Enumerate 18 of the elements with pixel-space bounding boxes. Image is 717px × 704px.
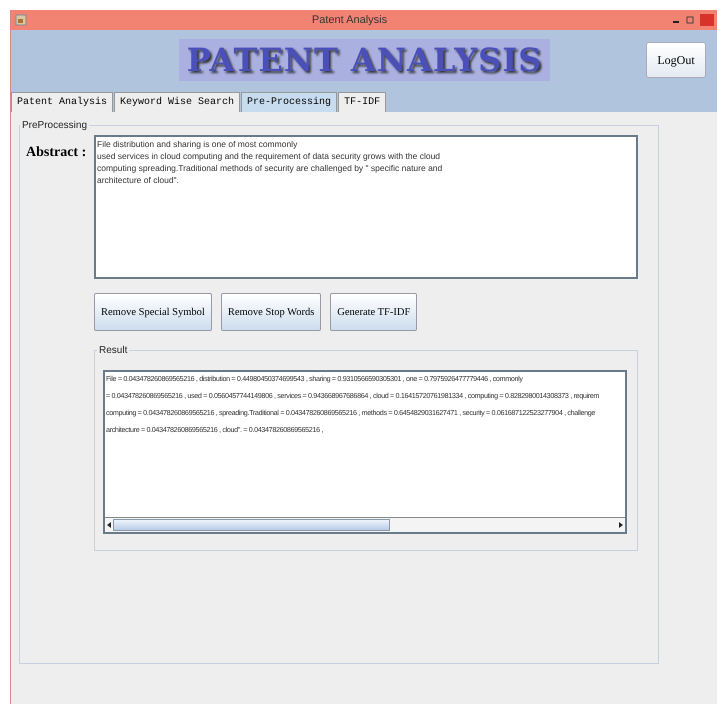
logout-button[interactable]: LogOut (646, 42, 706, 78)
action-button[interactable]: Remove Stop Words (220, 293, 322, 331)
maximize-icon[interactable] (686, 16, 694, 24)
tab[interactable]: Patent Analysis (11, 92, 114, 112)
tab[interactable]: TF-IDF (338, 92, 386, 112)
tab[interactable]: Pre-Processing (241, 92, 338, 112)
abstract-label: Abstract : (26, 144, 88, 162)
banner-title: PATENT ANALYSIS (178, 39, 550, 81)
left-arrow-icon[interactable] (105, 519, 113, 531)
right-arrow-icon[interactable] (617, 519, 625, 531)
action-button[interactable]: Generate TF-IDF (330, 293, 418, 331)
panel-title: Result (98, 345, 128, 356)
action-button[interactable]: Remove Special Symbol (94, 293, 212, 331)
panel-title: PreProcessing (21, 120, 88, 131)
horizontal-scrollbar[interactable] (105, 517, 625, 532)
tab[interactable]: Keyword Wise Search (114, 92, 240, 112)
window-title: Patent Analysis (310, 14, 388, 26)
abstract-text-area[interactable]: File distribution and sharing is one of most commonly used services in cloud computing and the requirement of data security grows with the cloud computing spreading.Traditional methods of security are challenged by " specific nature and architecture of cloud". (94, 135, 638, 279)
